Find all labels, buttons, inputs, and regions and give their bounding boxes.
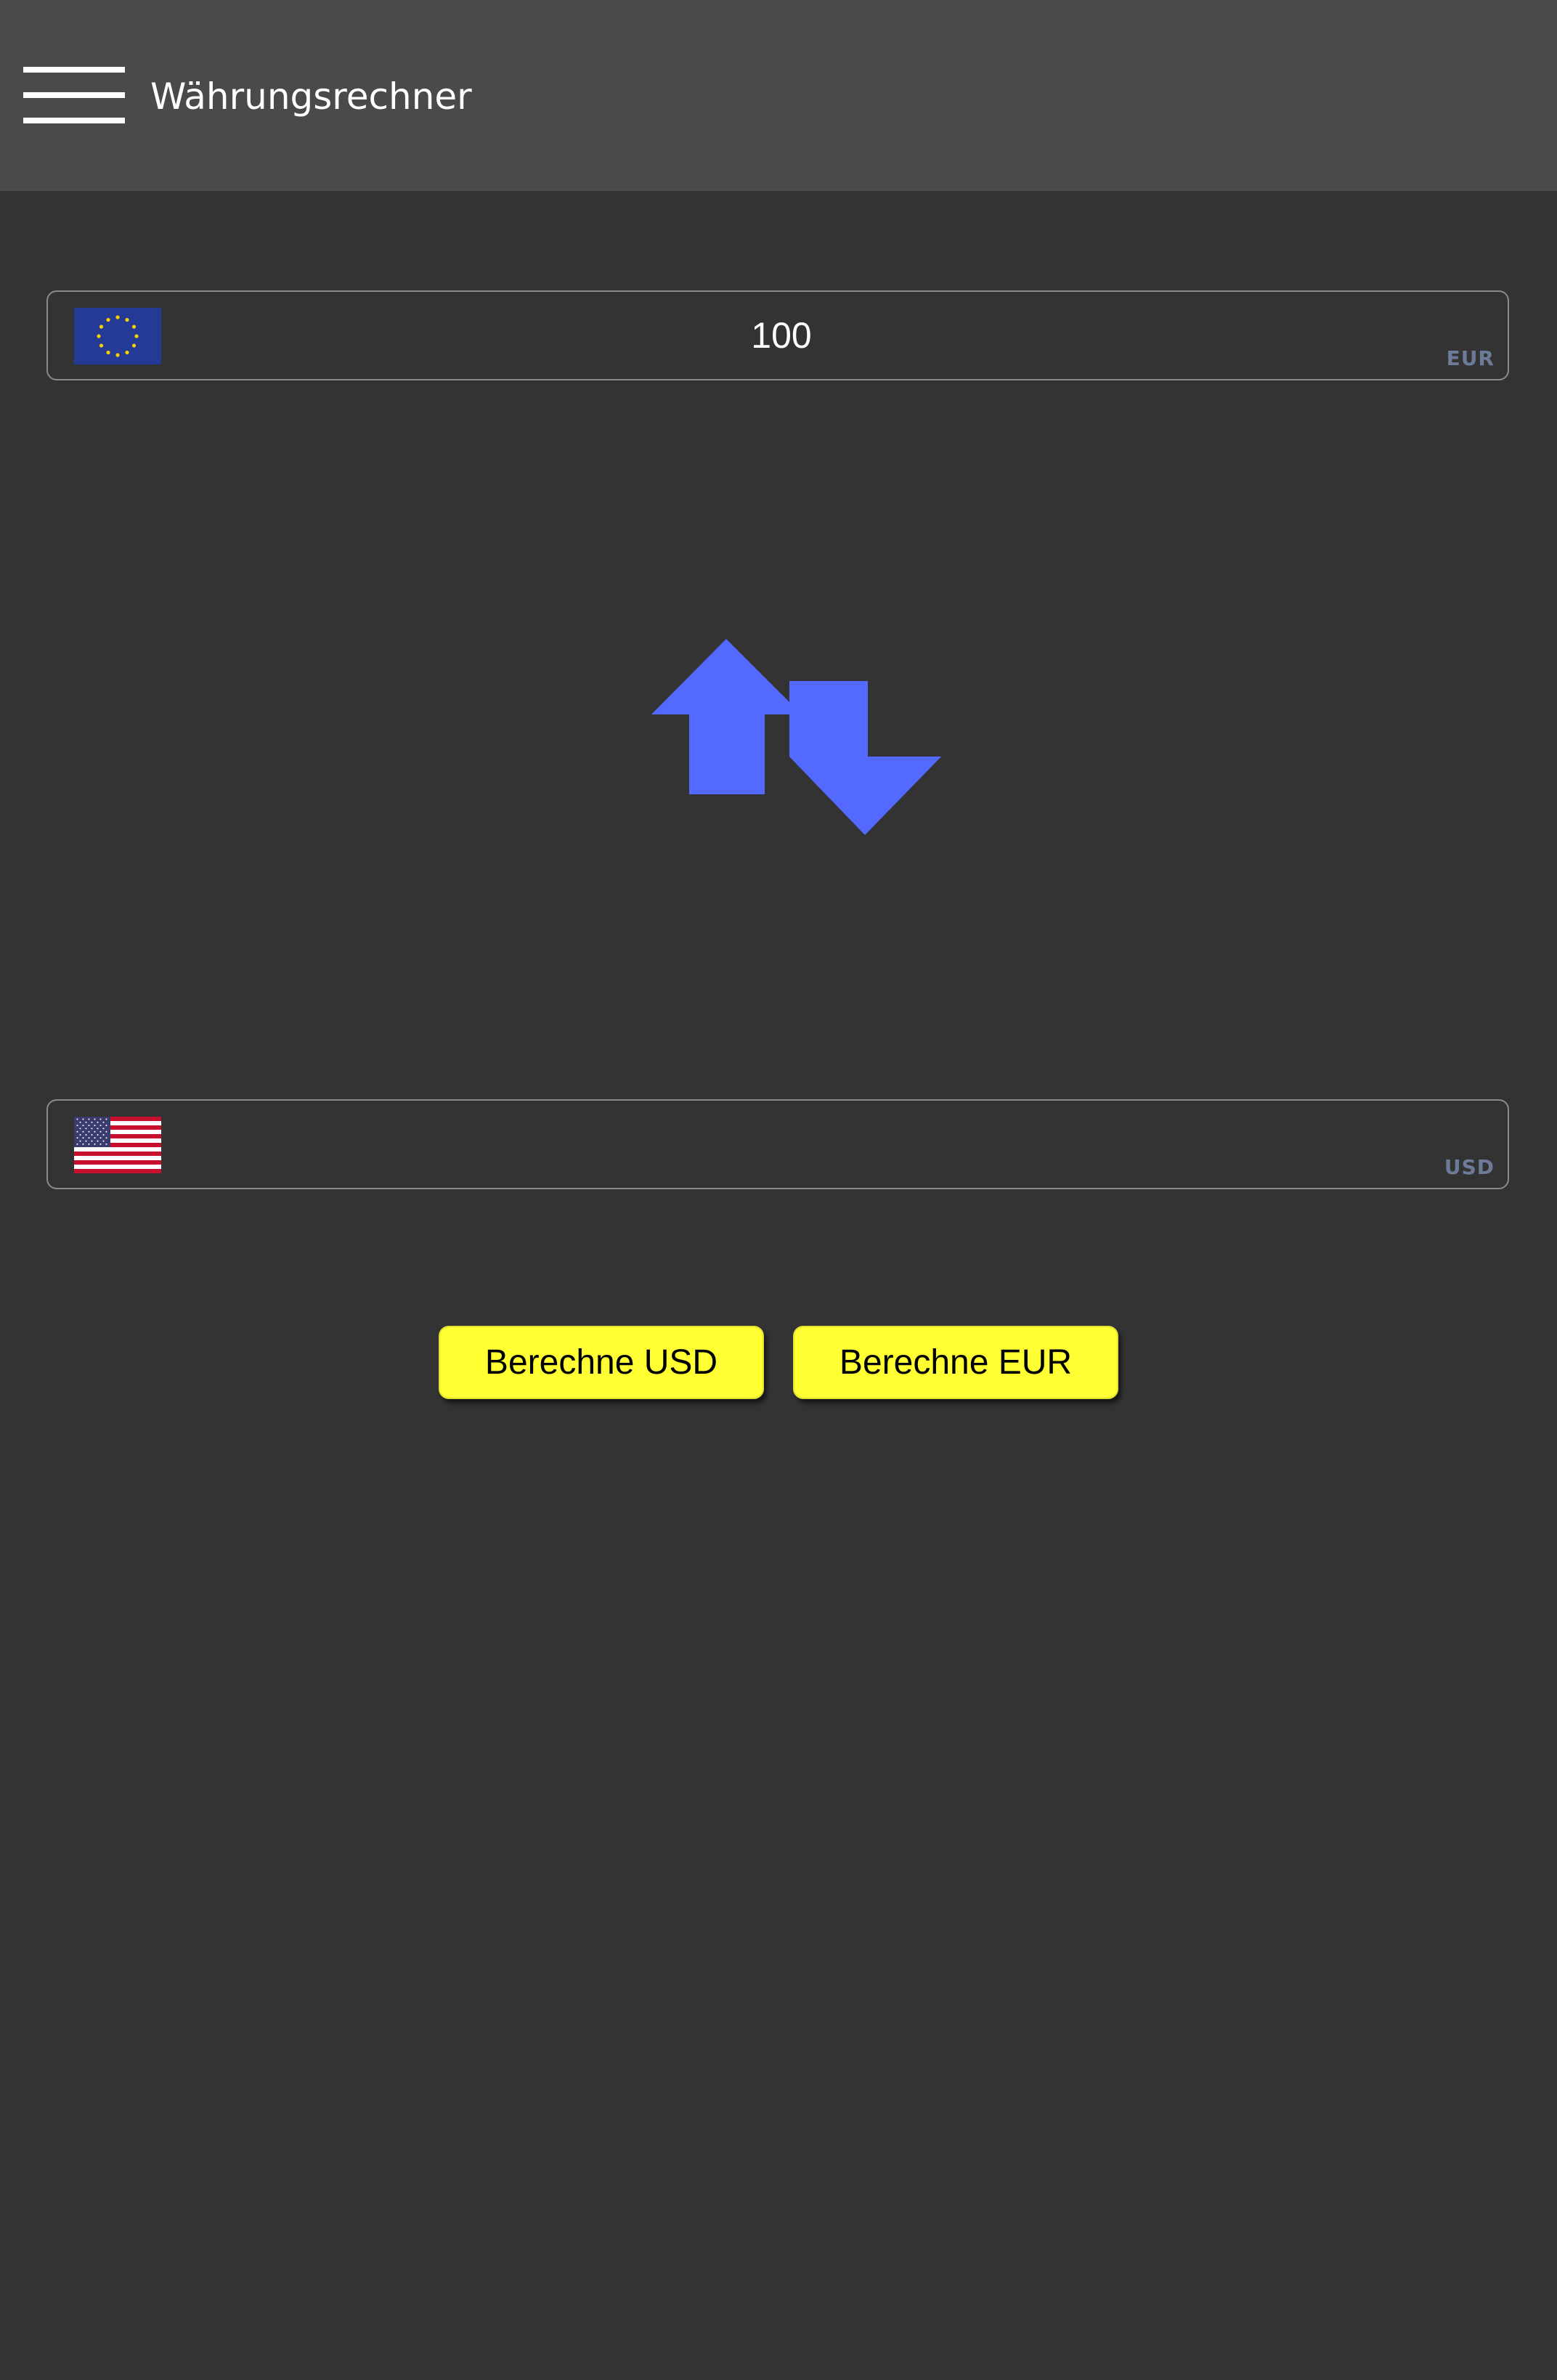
us-flag-icon <box>74 1117 161 1173</box>
usd-amount-field[interactable]: USD <box>46 1099 1509 1189</box>
hamburger-menu-icon[interactable] <box>23 67 125 123</box>
usd-amount-input[interactable] <box>171 1101 1391 1188</box>
eur-amount-input[interactable] <box>171 292 1391 379</box>
app-bar: Währungsrechner <box>0 0 1557 191</box>
eur-currency-code: EUR <box>1446 346 1495 370</box>
menu-line <box>23 67 125 73</box>
eur-amount-field[interactable]: EUR <box>46 290 1509 380</box>
up-arrow-shape <box>651 639 802 794</box>
usd-currency-code: USD <box>1444 1155 1495 1179</box>
calculate-usd-button[interactable]: Berechne USD <box>439 1326 764 1399</box>
menu-line <box>23 118 125 123</box>
calculate-eur-button[interactable]: Berechne EUR <box>793 1326 1118 1399</box>
swap-arrows-icon[interactable] <box>651 639 942 836</box>
menu-line <box>23 92 125 98</box>
page-title: Währungsrechner <box>150 76 472 118</box>
eu-flag-icon <box>74 308 161 364</box>
